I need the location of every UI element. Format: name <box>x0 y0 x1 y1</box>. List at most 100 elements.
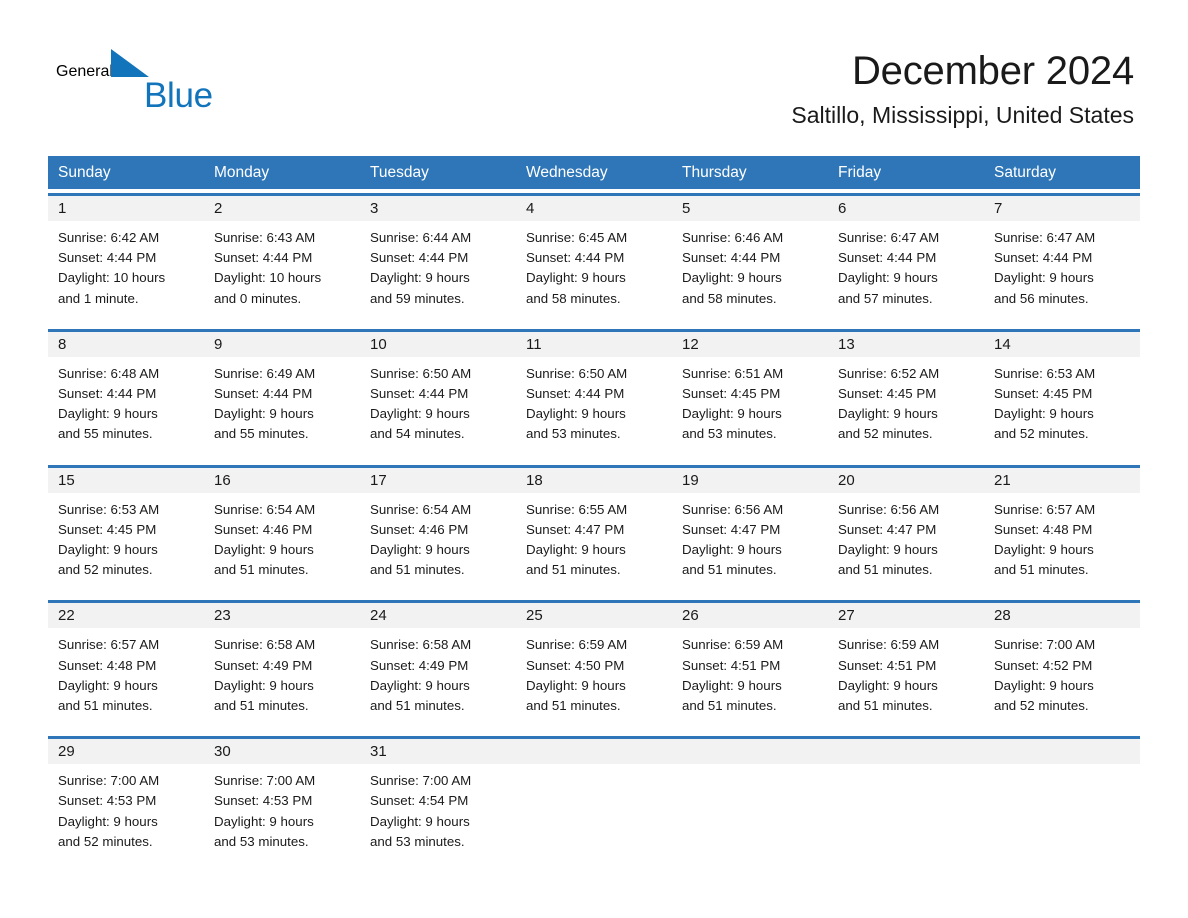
day-number[interactable]: 27 <box>828 603 984 628</box>
day-number[interactable]: 5 <box>672 196 828 221</box>
day-number[interactable]: 6 <box>828 196 984 221</box>
day-cell-empty <box>984 764 1140 858</box>
day-sun-info: Sunrise: 6:47 AM Sunset: 4:44 PM Dayligh… <box>994 230 1096 306</box>
calendar-weeks: 1 2 3 4 5 6 7 Sunrise: 6:42 AM Sunset: 4:44 PM … <box>48 193 1140 859</box>
day-cell-empty <box>516 764 672 858</box>
day-sun-info: Sunrise: 7:00 AM Sunset: 4:53 PM Dayligh… <box>58 773 160 849</box>
day-sun-info: Sunrise: 6:57 AM Sunset: 4:48 PM Dayligh… <box>994 501 1096 578</box>
weekday-header-sunday: Sunday <box>58 164 111 181</box>
title-block: December 2024 Saltillo, Mississippi, Uni… <box>791 50 1134 128</box>
day-number[interactable]: 19 <box>672 468 828 493</box>
weekday-header-monday: Monday <box>214 164 270 181</box>
day-detail-band: Sunrise: 6:53 AM Sunset: 4:45 PM Dayligh… <box>48 492 1140 587</box>
day-number-band: 1234567 <box>48 196 1140 221</box>
day-detail-band: Sunrise: 6:42 AM Sunset: 4:44 PM Dayligh… <box>48 221 1140 315</box>
day-number[interactable]: 29 <box>48 739 204 764</box>
calendar-week-row: 1 2 3 4 5 6 7 Sunrise: 6:42 AM Sunset: 4:44 PM … <box>48 193 1140 315</box>
day-number-empty <box>828 739 984 764</box>
day-sun-info: Sunrise: 6:48 AM Sunset: 4:44 PM Dayligh… <box>58 365 160 442</box>
day-cell-empty <box>672 764 828 858</box>
day-sun-info: Sunrise: 6:50 AM Sunset: 4:44 PM Dayligh… <box>526 365 628 442</box>
weekday-header-friday: Friday <box>838 164 882 181</box>
general-blue-logo: General Blue <box>56 48 316 118</box>
day-number-empty <box>984 739 1140 764</box>
day-detail-band: Sunrise: 7:00 AM Sunset: 4:53 PM Dayligh… <box>48 764 1140 859</box>
weekday-header-saturday: Saturday <box>994 164 1057 181</box>
day-number-band: 8 9 10 11 12 13 14 <box>48 331 1140 357</box>
calendar-page: General Blue December 2024 Saltillo, Mis… <box>0 0 1188 918</box>
day-cell-empty <box>828 764 984 858</box>
day-number[interactable]: 23 <box>204 603 360 628</box>
calendar-week-row: 22 23 24 25 26 27 28 Sunrise: 6:57 AM Sunset: 4… <box>48 600 1140 723</box>
day-number[interactable]: 31 <box>360 739 516 764</box>
day-sun-info: Sunrise: 6:58 AM Sunset: 4:49 PM Dayligh… <box>370 637 472 714</box>
day-sun-info: Sunrise: 6:51 AM Sunset: 4:45 PM Dayligh… <box>682 365 784 442</box>
location-subtitle: Saltillo, Mississippi, United States <box>791 102 1134 128</box>
day-number[interactable]: 4 <box>516 196 672 221</box>
day-sun-info: Sunrise: 6:59 AM Sunset: 4:51 PM Dayligh… <box>838 637 940 714</box>
day-number-band: 15 16 17 18 19 20 21 <box>48 467 1140 493</box>
day-number[interactable]: 8 <box>48 332 204 357</box>
calendar-week-row: 8 9 10 11 12 13 14 Sunrise: 6:48 AM Sunset: 4:4… <box>48 328 1140 451</box>
day-number[interactable]: 9 <box>204 332 360 357</box>
day-number[interactable]: 28 <box>984 603 1140 628</box>
day-sun-info: Sunrise: 6:42 AM Sunset: 4:44 PM Dayligh… <box>58 230 166 306</box>
day-sun-info: Sunrise: 7:00 AM Sunset: 4:53 PM Dayligh… <box>214 773 316 849</box>
day-number[interactable]: 14 <box>984 332 1140 357</box>
day-number[interactable]: 2 <box>204 196 360 221</box>
calendar-table: Sunday Monday Tuesday Wednesday Thursday Frid… <box>48 156 1140 859</box>
day-sun-info: Sunrise: 6:52 AM Sunset: 4:45 PM Dayligh… <box>838 365 940 442</box>
day-sun-info: Sunrise: 6:53 AM Sunset: 4:45 PM Dayligh… <box>994 365 1096 442</box>
day-number[interactable]: 20 <box>828 468 984 493</box>
day-sun-info: Sunrise: 6:45 AM Sunset: 4:44 PM Dayligh… <box>526 230 628 306</box>
logo-text-general: General <box>56 63 113 80</box>
day-number[interactable]: 30 <box>204 739 360 764</box>
day-number[interactable]: 16 <box>204 468 360 493</box>
weekday-header-tuesday: Tuesday <box>370 164 429 181</box>
day-sun-info: Sunrise: 6:50 AM Sunset: 4:44 PM Dayligh… <box>370 365 472 442</box>
day-number[interactable]: 3 <box>360 196 516 221</box>
day-sun-info: Sunrise: 6:54 AM Sunset: 4:46 PM Dayligh… <box>370 501 472 578</box>
day-sun-info: Sunrise: 6:56 AM Sunset: 4:47 PM Dayligh… <box>682 501 784 578</box>
weekday-header-row: Sunday Monday Tuesday Wednesday Thursday Frid… <box>48 156 1140 189</box>
day-sun-info: Sunrise: 6:59 AM Sunset: 4:51 PM Dayligh… <box>682 637 784 714</box>
day-sun-info: Sunrise: 6:57 AM Sunset: 4:48 PM Dayligh… <box>58 637 160 714</box>
calendar-week-row: 29 30 31 Sunrise: 7:00 AM Sunset: 4:53 PM D… <box>48 736 1140 859</box>
weekday-header-thursday: Thursday <box>682 164 747 181</box>
day-number[interactable]: 12 <box>672 332 828 357</box>
day-number[interactable]: 22 <box>48 603 204 628</box>
day-sun-info: Sunrise: 6:58 AM Sunset: 4:49 PM Dayligh… <box>214 637 316 714</box>
logo-text-blue: Blue <box>144 76 213 115</box>
day-sun-info: Sunrise: 6:59 AM Sunset: 4:50 PM Dayligh… <box>526 637 628 714</box>
day-detail-band: Sunrise: 6:48 AM Sunset: 4:44 PM Dayligh… <box>48 356 1140 451</box>
day-sun-info: Sunrise: 6:56 AM Sunset: 4:47 PM Dayligh… <box>838 501 940 578</box>
logo-triangle-icon <box>110 49 149 77</box>
day-number[interactable]: 25 <box>516 603 672 628</box>
day-sun-info: Sunrise: 6:47 AM Sunset: 4:44 PM Dayligh… <box>838 230 940 306</box>
day-number-band: 22 23 24 25 26 27 28 <box>48 603 1140 629</box>
day-number[interactable]: 7 <box>984 196 1140 221</box>
day-sun-info: Sunrise: 6:46 AM Sunset: 4:44 PM Dayligh… <box>682 230 784 306</box>
day-number[interactable]: 24 <box>360 603 516 628</box>
day-sun-info: Sunrise: 6:43 AM Sunset: 4:44 PM Dayligh… <box>214 230 322 306</box>
day-sun-info: Sunrise: 7:00 AM Sunset: 4:52 PM Dayligh… <box>994 637 1096 714</box>
day-number[interactable]: 1 <box>48 196 204 221</box>
day-number[interactable]: 26 <box>672 603 828 628</box>
page-title: December 2024 <box>851 49 1134 93</box>
day-number[interactable]: 10 <box>360 332 516 357</box>
day-number-empty <box>516 739 672 764</box>
day-sun-info: Sunrise: 6:54 AM Sunset: 4:46 PM Dayligh… <box>214 501 316 578</box>
page-header: General Blue December 2024 Saltillo, Mis… <box>0 0 1188 128</box>
day-number[interactable]: 18 <box>516 468 672 493</box>
day-number[interactable]: 21 <box>984 468 1140 493</box>
day-sun-info: Sunrise: 7:00 AM Sunset: 4:54 PM Dayligh… <box>370 773 472 849</box>
day-number[interactable]: 13 <box>828 332 984 357</box>
day-number[interactable]: 15 <box>48 468 204 493</box>
day-sun-info: Sunrise: 6:44 AM Sunset: 4:44 PM Dayligh… <box>370 230 472 306</box>
day-sun-info: Sunrise: 6:55 AM Sunset: 4:47 PM Dayligh… <box>526 501 628 578</box>
weekday-header-wednesday: Wednesday <box>526 164 608 181</box>
day-detail-band: Sunrise: 6:57 AM Sunset: 4:48 PM Dayligh… <box>48 628 1140 723</box>
day-number[interactable]: 17 <box>360 468 516 493</box>
day-number-empty <box>672 739 828 764</box>
day-number[interactable]: 11 <box>516 332 672 357</box>
